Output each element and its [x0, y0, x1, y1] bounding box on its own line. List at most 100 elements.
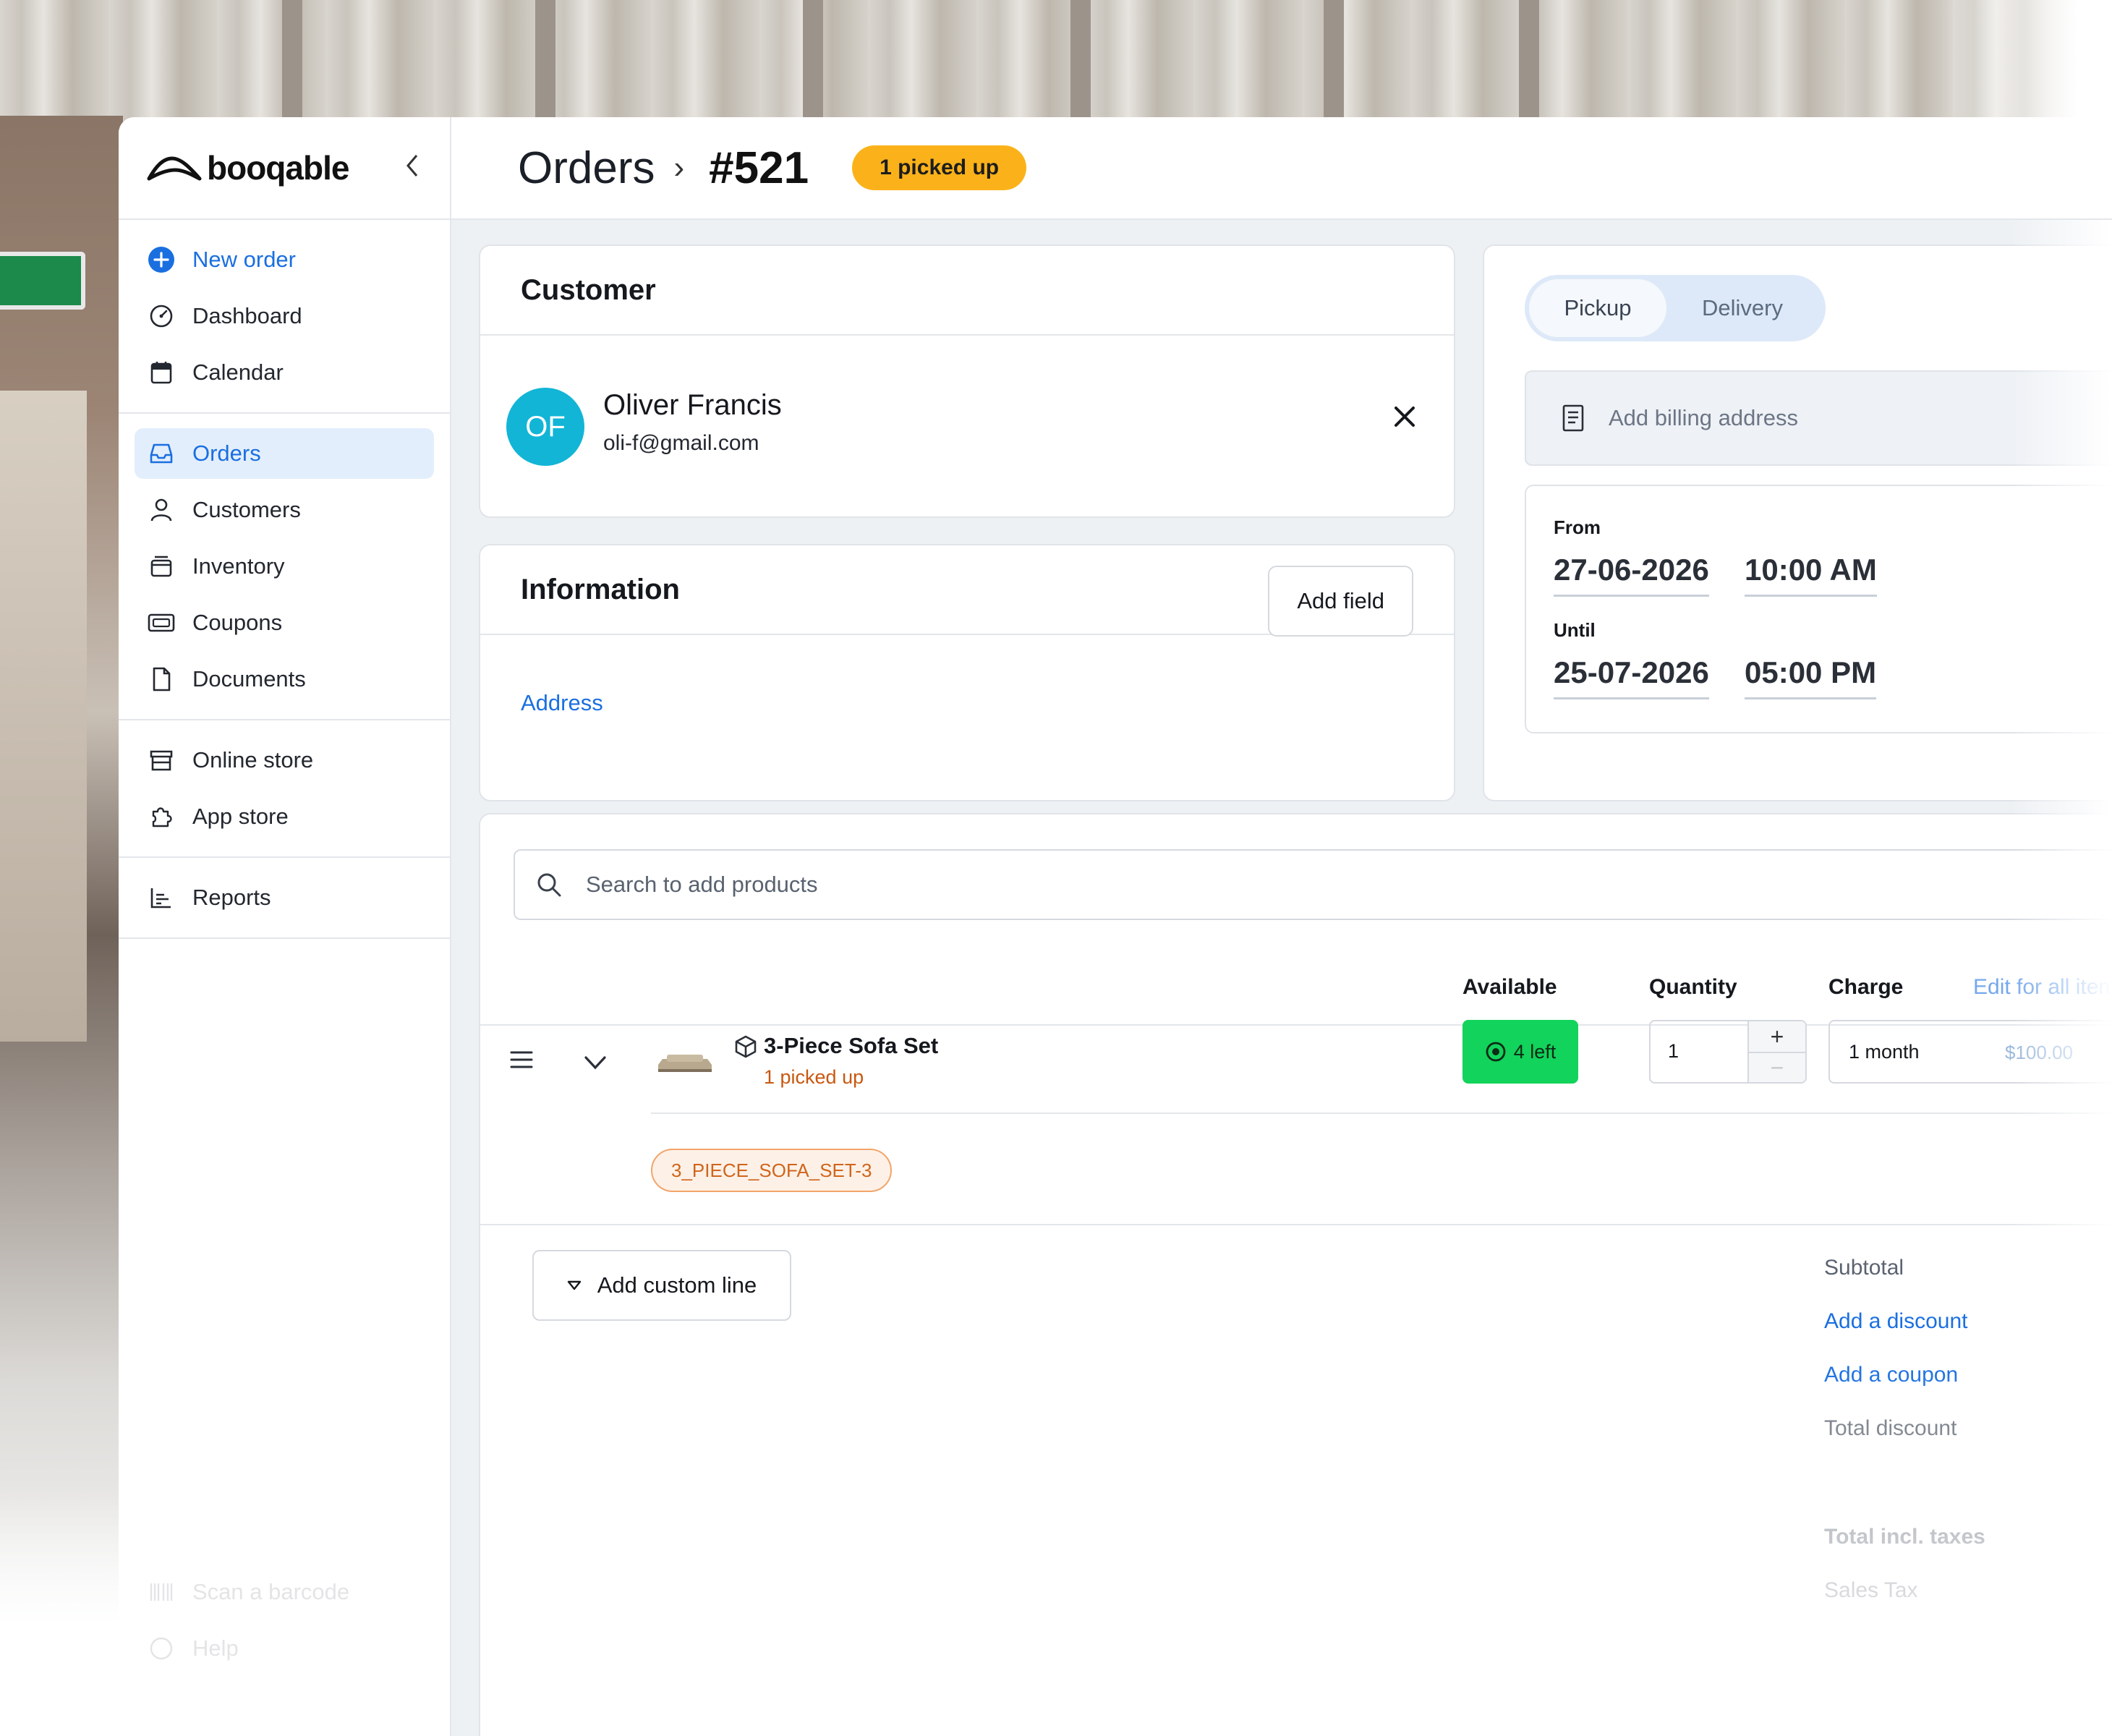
add-custom-line-button[interactable]: Add custom line — [532, 1250, 791, 1321]
from-date-field[interactable]: 27-06-2026 — [1554, 553, 1709, 597]
ticket-icon — [148, 609, 175, 637]
sidebar-bottom: Scan a barcode Help — [119, 1561, 451, 1680]
quantity-stepper: 1 + − — [1649, 1020, 1807, 1084]
sidebar-item-label: Calendar — [192, 359, 284, 385]
logo-bar: booqable — [119, 117, 450, 220]
customer-name[interactable]: Oliver Francis — [603, 389, 782, 422]
barcode-icon — [148, 1578, 175, 1606]
charge-period-value: 1 month — [1849, 1040, 1920, 1063]
add-custom-line-label: Add custom line — [597, 1272, 757, 1298]
tab-delivery[interactable]: Delivery — [1666, 279, 1818, 337]
until-time-field[interactable]: 05:00 PM — [1745, 655, 1877, 699]
sidebar-item-online-store[interactable]: Online store — [135, 735, 434, 786]
caret-down-icon — [567, 1280, 581, 1290]
divider — [651, 1112, 2112, 1114]
sidebar-item-label: Reports — [192, 885, 271, 910]
column-quantity: Quantity — [1649, 975, 1737, 999]
add-coupon-link[interactable]: Add a coupon — [1824, 1363, 1958, 1387]
customer-card-title: Customer — [480, 246, 1454, 336]
background-wall — [0, 116, 123, 1606]
background-window-frames — [0, 0, 2112, 123]
sidebar-item-label: Customers — [192, 497, 301, 522]
puzzle-icon — [148, 803, 175, 830]
remove-customer-button[interactable] — [1387, 399, 1422, 434]
sidebar-item-scan-barcode[interactable]: Scan a barcode — [135, 1567, 435, 1617]
billing-address-placeholder: Add billing address — [1609, 405, 1798, 430]
inbox-icon — [148, 440, 175, 467]
sidebar-item-label: Scan a barcode — [192, 1579, 350, 1604]
sales-tax-label: Sales Tax — [1824, 1578, 1918, 1602]
sidebar-item-label: New order — [192, 247, 296, 272]
rental-period: From 27-06-2026 10:00 AM Until 25-07-202… — [1525, 485, 2112, 733]
drag-handle-icon[interactable] — [509, 1049, 534, 1071]
breadcrumb-separator: › — [673, 150, 685, 185]
sku-tag[interactable]: 3_PIECE_SOFA_SET-3 — [651, 1149, 893, 1192]
quantity-input[interactable]: 1 — [1668, 1040, 1679, 1063]
decrement-button[interactable]: − — [1749, 1052, 1805, 1082]
sidebar-item-new-order[interactable]: New order — [135, 234, 434, 285]
increment-button[interactable]: + — [1749, 1021, 1805, 1052]
plus-circle-icon — [148, 246, 175, 273]
sidebar-item-documents[interactable]: Documents — [135, 654, 434, 705]
sidebar-item-app-store[interactable]: App store — [135, 791, 434, 842]
sidebar-item-label: Inventory — [192, 553, 285, 579]
sidebar-item-reports[interactable]: Reports — [135, 872, 434, 923]
collapse-sidebar-button[interactable] — [404, 153, 421, 185]
sidebar-item-inventory[interactable]: Inventory — [135, 541, 434, 592]
edit-for-all-items-link[interactable]: Edit for all items — [1973, 975, 2112, 1000]
sidebar-item-help[interactable]: Help — [135, 1623, 435, 1674]
help-icon — [148, 1635, 175, 1662]
page-title: #521 — [709, 142, 809, 193]
search-input[interactable]: Search to add products — [514, 849, 2112, 920]
tab-pickup[interactable]: Pickup — [1529, 279, 1666, 337]
information-title: Information — [521, 573, 680, 605]
sidebar-item-label: App store — [192, 804, 289, 829]
search-icon — [537, 873, 561, 897]
pickup-delivery-toggle: Pickup Delivery — [1525, 275, 1826, 341]
total-discount-label: Total discount — [1824, 1416, 1957, 1440]
customer-card: Customer OF Oliver Francis oli-f@gmail.c… — [479, 244, 1455, 518]
address-link[interactable]: Address — [521, 690, 603, 716]
page-header: Orders › #521 1 picked up — [451, 117, 2112, 220]
products-card: Search to add products Available Quantit… — [479, 813, 2112, 1736]
charge-price: $100.00 — [2005, 1042, 2073, 1063]
sidebar-item-coupons[interactable]: Coupons — [135, 597, 434, 648]
target-icon — [1486, 1042, 1506, 1062]
sidebar: booqable New order Dashboard Calendar Or… — [119, 117, 451, 1736]
add-field-button[interactable]: Add field — [1268, 566, 1413, 637]
brand-name: booqable — [207, 149, 349, 187]
sidebar-item-calendar[interactable]: Calendar — [135, 347, 434, 398]
calendar-icon — [148, 359, 175, 386]
add-billing-address-button[interactable]: Add billing address — [1525, 370, 2112, 466]
from-time-field[interactable]: 10:00 AM — [1745, 553, 1877, 597]
bar-chart-icon — [148, 884, 175, 911]
nav-group-store: Online store App store — [119, 720, 450, 858]
product-name[interactable]: 3-Piece Sofa Set — [764, 1033, 938, 1059]
divider — [480, 1224, 2112, 1225]
information-card-title: Information Add field — [480, 545, 1454, 637]
sidebar-item-orders[interactable]: Orders — [135, 428, 434, 479]
gauge-icon — [148, 302, 175, 330]
sofa-thumbnail-image — [658, 1055, 712, 1072]
add-discount-link[interactable]: Add a discount — [1824, 1309, 1967, 1334]
until-label: Until — [1554, 619, 1596, 641]
breadcrumb-orders-link[interactable]: Orders — [518, 142, 655, 194]
booqable-logo-icon — [147, 156, 202, 181]
store-icon — [148, 746, 175, 774]
sidebar-item-customers[interactable]: Customers — [135, 485, 434, 535]
order-status-badge: 1 picked up — [852, 145, 1027, 190]
quantity-step-buttons: + − — [1747, 1021, 1805, 1082]
chevron-down-icon[interactable] — [583, 1053, 608, 1072]
until-date-field[interactable]: 25-07-2026 — [1554, 655, 1709, 699]
package-icon — [735, 1035, 757, 1058]
sidebar-item-label: Help — [192, 1635, 239, 1661]
sidebar-item-label: Orders — [192, 441, 261, 466]
sidebar-item-dashboard[interactable]: Dashboard — [135, 291, 434, 341]
user-icon — [148, 496, 175, 524]
avatar: OF — [506, 388, 584, 466]
nav-group-orders: Orders Customers Inventory Coupons Docum… — [119, 414, 450, 720]
availability-text: 4 left — [1513, 1040, 1557, 1063]
receipt-icon — [1562, 404, 1584, 432]
subtotal-label: Subtotal — [1824, 1256, 1904, 1280]
total-incl-taxes-label: Total incl. taxes — [1824, 1525, 1985, 1549]
